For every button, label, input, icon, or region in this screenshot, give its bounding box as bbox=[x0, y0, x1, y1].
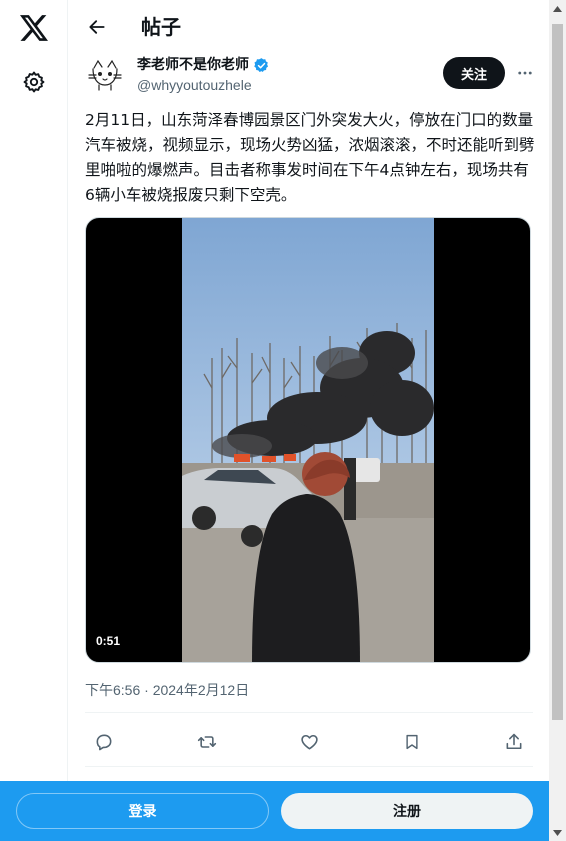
page-title: 帖子 bbox=[141, 15, 181, 39]
avatar[interactable] bbox=[85, 54, 125, 94]
back-button[interactable] bbox=[83, 13, 111, 41]
divider bbox=[85, 766, 533, 767]
bottom-signin-bar: 登录 注册 bbox=[0, 781, 549, 841]
signup-button[interactable]: 注册 bbox=[281, 793, 533, 829]
author-handle[interactable]: @whyyoutouzhele bbox=[137, 76, 252, 94]
author-name-label: 李老师不是你老师 bbox=[137, 57, 249, 73]
top-bar: 帖子 bbox=[69, 0, 549, 54]
scroll-down-arrow-icon[interactable] bbox=[549, 824, 566, 841]
verified-badge-icon bbox=[254, 57, 269, 72]
tweet-timestamp[interactable]: 下午6:56 · 2024年2月12日 bbox=[85, 680, 249, 700]
more-button[interactable] bbox=[511, 59, 539, 87]
share-icon[interactable] bbox=[499, 727, 529, 757]
arrow-left-icon bbox=[89, 20, 105, 34]
scrollbar[interactable] bbox=[549, 0, 566, 841]
x-logo-icon[interactable] bbox=[18, 12, 50, 44]
gear-icon[interactable] bbox=[18, 66, 50, 98]
video-player[interactable]: 0:51 bbox=[85, 217, 531, 663]
more-horizontal-icon bbox=[518, 71, 532, 75]
retweet-icon[interactable] bbox=[192, 727, 222, 757]
author-row: 李老师不是你老师 @whyyoutouzhele 关注 bbox=[69, 54, 549, 102]
video-thumbnail bbox=[182, 218, 434, 662]
scroll-up-arrow-icon[interactable] bbox=[549, 0, 566, 17]
follow-button[interactable]: 关注 bbox=[443, 57, 505, 89]
bookmark-icon[interactable] bbox=[397, 727, 427, 757]
author-name[interactable]: 李老师不是你老师 bbox=[137, 56, 270, 74]
main-column: 帖子 李老师不是你老师 @whyyoutouzhele 关注 2月11日，山东菏… bbox=[69, 0, 549, 841]
reply-icon[interactable] bbox=[89, 727, 119, 757]
left-nav bbox=[0, 0, 68, 841]
action-bar bbox=[85, 722, 533, 762]
like-icon[interactable] bbox=[294, 727, 324, 757]
login-button[interactable]: 登录 bbox=[16, 793, 269, 829]
video-duration: 0:51 bbox=[96, 634, 121, 648]
page: 帖子 李老师不是你老师 @whyyoutouzhele 关注 2月11日，山东菏… bbox=[0, 0, 566, 841]
scroll-thumb[interactable] bbox=[552, 24, 563, 720]
divider bbox=[85, 712, 533, 713]
tweet-text: 2月11日，山东菏泽春博园景区门外突发大火，停放在门口的数量汽车被烧，视频显示，… bbox=[85, 111, 535, 204]
